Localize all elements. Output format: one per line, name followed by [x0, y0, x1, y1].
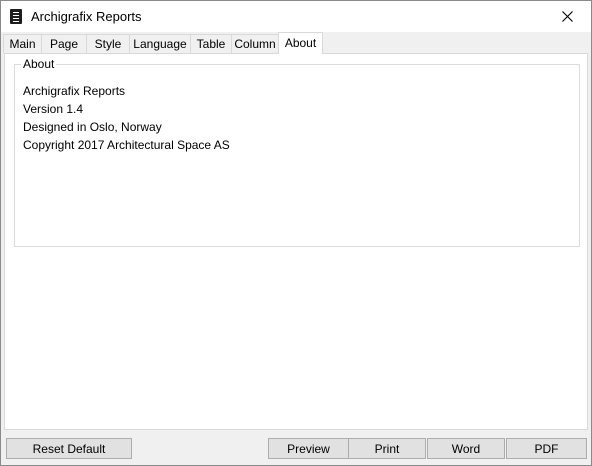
tab-label: Column: [234, 37, 276, 51]
tab-label: Table: [196, 37, 226, 51]
preview-button[interactable]: Preview: [268, 438, 349, 459]
tab-style[interactable]: Style: [86, 34, 130, 53]
app-window: Archigrafix Reports Main Page Style Lang…: [0, 0, 592, 466]
tab-table[interactable]: Table: [190, 34, 232, 53]
document-icon: [10, 9, 22, 24]
tab-column[interactable]: Column: [231, 34, 279, 53]
tab-page[interactable]: Page: [41, 34, 87, 53]
origin-text: Designed in Oslo, Norway: [23, 120, 162, 134]
version-text: Version 1.4: [23, 102, 84, 116]
tab-label: Language: [133, 37, 187, 51]
groupbox-title: About: [21, 57, 57, 71]
about-tab-panel: About Archigrafix Reports Version 1.4 De…: [4, 53, 588, 430]
tab-main[interactable]: Main: [3, 34, 42, 53]
about-groupbox: About Archigrafix Reports Version 1.4 De…: [14, 57, 580, 247]
tab-label: Page: [49, 37, 79, 51]
close-button[interactable]: [545, 1, 591, 32]
product-name: Archigrafix Reports: [23, 84, 126, 98]
tab-label: About: [284, 36, 317, 50]
reset-default-button[interactable]: Reset Default: [6, 438, 132, 459]
tab-label: Main: [9, 37, 36, 51]
copyright-text: Copyright 2017 Architectural Space AS: [23, 138, 230, 152]
print-button[interactable]: Print: [348, 438, 426, 459]
tab-about[interactable]: About: [278, 32, 323, 54]
window-title: Archigrafix Reports: [31, 9, 142, 24]
word-button[interactable]: Word: [427, 438, 505, 459]
pdf-button[interactable]: PDF: [506, 438, 587, 459]
close-icon: [562, 11, 573, 22]
tab-language[interactable]: Language: [129, 34, 191, 53]
title-bar: Archigrafix Reports: [1, 1, 591, 32]
tab-strip: Main Page Style Language Table Column Ab…: [3, 32, 589, 54]
tab-label: Style: [94, 37, 122, 51]
